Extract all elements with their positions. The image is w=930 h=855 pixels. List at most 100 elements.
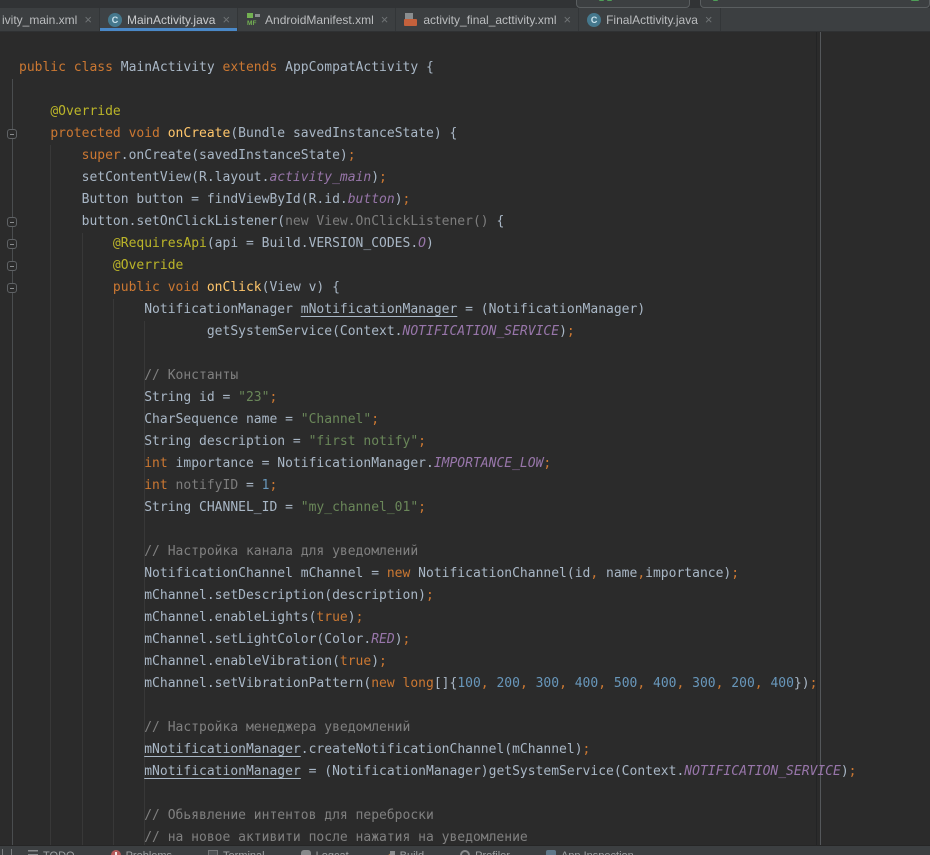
code-line[interactable] — [19, 519, 857, 541]
code-token: ; — [418, 500, 426, 515]
code-token: notifyID — [176, 478, 239, 493]
code-line[interactable]: mChannel.setDescription(description); — [19, 585, 857, 607]
toolwindow-label: Build — [400, 848, 424, 855]
code-token: String description = — [19, 434, 309, 449]
ide-window: ivity_main.xml×CMainActivity.java×MFAndr… — [0, 0, 930, 855]
code-token: CharSequence name = — [19, 412, 301, 427]
code-line[interactable]: String description = "first notify"; — [19, 431, 857, 453]
toolwindow-button-problems[interactable]: Problems — [111, 846, 172, 855]
code-token: , — [520, 676, 528, 691]
code-token: "23" — [238, 390, 269, 405]
toolwindow-button-profiler[interactable]: Profiler — [460, 846, 510, 855]
code-token — [19, 104, 50, 119]
editor-tab-mainactivity-java[interactable]: CMainActivity.java× — [100, 8, 238, 31]
fold-marker[interactable] — [7, 239, 17, 249]
code-token: NOTIFICATION_SERVICE — [403, 324, 560, 339]
toolwindow-label: TODO — [43, 848, 75, 855]
code-line[interactable]: NotificationChannel mChannel = new Notif… — [19, 563, 857, 585]
toolwindow-button-terminal[interactable]: Terminal — [208, 846, 265, 855]
code-token — [19, 742, 144, 757]
editor-tab-activity-final-acttivity-xml[interactable]: activity_final_acttivity.xml× — [396, 8, 579, 31]
code-line[interactable] — [19, 343, 857, 365]
code-token: RED — [371, 632, 394, 647]
toolwindow-button-app-inspection[interactable]: App Inspection — [546, 846, 634, 855]
device-widget-fragment — [700, 0, 930, 8]
run-config-widget-fragment — [576, 0, 690, 8]
code-line[interactable]: Button button = findViewById(R.id.button… — [19, 189, 857, 211]
code-token: ; — [583, 742, 591, 757]
fold-marker[interactable] — [7, 283, 17, 293]
code-token: O — [418, 236, 426, 251]
code-token: // Настройка канала для уведомлений — [19, 544, 418, 559]
code-token: // Обьявление интентов для переброски — [19, 808, 434, 823]
editor-tab-androidmanifest-xml[interactable]: MFAndroidManifest.xml× — [238, 8, 396, 31]
code-line[interactable]: // Обьявление интентов для переброски — [19, 805, 857, 827]
code-token: ) — [348, 610, 356, 625]
code-line[interactable]: // Настройка канала для уведомлений — [19, 541, 857, 563]
code-line[interactable]: mNotificationManager.createNotificationC… — [19, 739, 857, 761]
todo-icon — [28, 850, 38, 855]
code-line[interactable] — [19, 79, 857, 101]
code-token: public class — [19, 60, 121, 75]
code-token: { — [496, 214, 504, 229]
toolwindow-button-logcat[interactable]: Logcat — [301, 846, 349, 855]
code-line[interactable]: // Константы — [19, 365, 857, 387]
code-token: int — [144, 478, 175, 493]
code-token: = — [238, 478, 261, 493]
code-token: ; — [849, 764, 857, 779]
code-token: ; — [426, 588, 434, 603]
code-line[interactable]: super.onCreate(savedInstanceState); — [19, 145, 857, 167]
profiler-icon — [460, 850, 470, 855]
code-line[interactable]: mChannel.setVibrationPattern(new long[]{… — [19, 673, 857, 695]
manifest-glyph: MF — [247, 20, 256, 28]
close-icon[interactable]: × — [222, 13, 230, 26]
code-line[interactable]: getSystemService(Context.NOTIFICATION_SE… — [19, 321, 857, 343]
fold-marker[interactable] — [7, 217, 17, 227]
close-icon[interactable]: × — [705, 13, 713, 26]
close-icon[interactable]: × — [84, 13, 92, 26]
toolwindow-label: Profiler — [475, 848, 510, 855]
toolwindow-label: App Inspection — [561, 848, 634, 855]
code-line[interactable]: int importance = NotificationManager.IMP… — [19, 453, 857, 475]
code-line[interactable]: int notifyID = 1; — [19, 475, 857, 497]
code-line[interactable]: mChannel.setLightColor(Color.RED); — [19, 629, 857, 651]
code-token: mNotificationManager — [144, 742, 301, 757]
editor-tab-ivity-main-xml[interactable]: ivity_main.xml× — [0, 8, 100, 31]
code-editor[interactable]: public class MainActivity extends AppCom… — [0, 32, 930, 855]
code-area[interactable]: public class MainActivity extends AppCom… — [19, 57, 857, 849]
code-line[interactable]: String CHANNEL_ID = "my_channel_01"; — [19, 497, 857, 519]
code-line[interactable]: CharSequence name = "Channel"; — [19, 409, 857, 431]
code-line[interactable]: String id = "23"; — [19, 387, 857, 409]
code-line[interactable] — [19, 695, 857, 717]
code-token: ; — [731, 566, 739, 581]
fold-marker[interactable] — [7, 261, 17, 271]
status-dot — [607, 0, 612, 1]
code-line[interactable] — [19, 783, 857, 805]
close-icon[interactable]: × — [381, 13, 389, 26]
code-line[interactable]: mChannel.enableVibration(true); — [19, 651, 857, 673]
code-line[interactable]: @Override — [19, 101, 857, 123]
code-token: new View.OnClickListener() — [285, 214, 496, 229]
fold-marker[interactable] — [7, 129, 17, 139]
code-line[interactable]: mNotificationManager = (NotificationMana… — [19, 761, 857, 783]
code-token: ) — [395, 632, 403, 647]
code-line[interactable]: mChannel.enableLights(true); — [19, 607, 857, 629]
toolwindow-button-build[interactable]: Build — [385, 846, 424, 855]
class-file-icon: C — [108, 13, 122, 27]
code-line[interactable]: protected void onCreate(Bundle savedInst… — [19, 123, 857, 145]
code-line[interactable]: public class MainActivity extends AppCom… — [19, 57, 857, 79]
code-token: 500 — [614, 676, 637, 691]
code-line[interactable]: // Настройка менеджера уведомлений — [19, 717, 857, 739]
code-line[interactable]: @RequiresApi(api = Build.VERSION_CODES.O… — [19, 233, 857, 255]
code-line[interactable]: setContentView(R.layout.activity_main); — [19, 167, 857, 189]
code-line[interactable]: NotificationManager mNotificationManager… — [19, 299, 857, 321]
code-line[interactable]: @Override — [19, 255, 857, 277]
toolwindow-button-todo[interactable]: TODO — [28, 846, 75, 855]
tab-label: FinalActtivity.java — [606, 13, 698, 27]
code-token: 200 — [496, 676, 519, 691]
code-token: (View v) { — [262, 280, 340, 295]
code-line[interactable]: public void onClick(View v) { — [19, 277, 857, 299]
editor-tab-finalacttivity-java[interactable]: CFinalActtivity.java× — [579, 8, 720, 31]
close-icon[interactable]: × — [564, 13, 572, 26]
code-line[interactable]: button.setOnClickListener(new View.OnCli… — [19, 211, 857, 233]
